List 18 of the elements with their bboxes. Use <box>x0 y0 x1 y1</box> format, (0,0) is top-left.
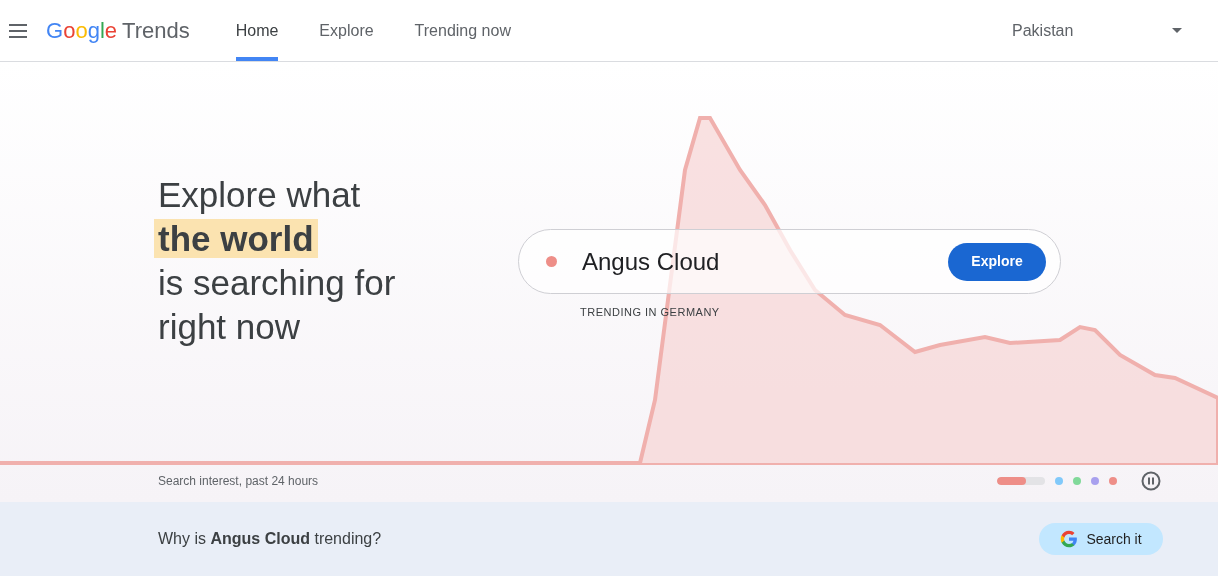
nav-tab[interactable]: Trending now <box>414 0 511 61</box>
pause-icon[interactable] <box>1141 471 1161 491</box>
search-term: Angus Cloud <box>582 246 720 277</box>
chart-caption: Search interest, past 24 hours <box>158 473 319 490</box>
search-field[interactable]: Angus Cloud Explore <box>518 229 1061 294</box>
caret-icon <box>1172 28 1182 33</box>
explore-button[interactable]: Explore <box>948 242 1046 281</box>
why-trending-heading: Why is Angus Cloud trending? <box>158 529 382 549</box>
trending-caption: TRENDING IN GERMANY <box>580 305 721 320</box>
headline-line: Explore what <box>158 175 361 214</box>
country-select[interactable]: Pakistan <box>1012 18 1182 43</box>
search-it-button[interactable]: Search it <box>1039 523 1163 555</box>
nav-tab[interactable]: Explore <box>319 0 374 61</box>
google-trends-logo[interactable]: Google Trends <box>46 14 190 47</box>
headline-line: right now <box>158 307 301 346</box>
menu-icon[interactable] <box>9 23 27 38</box>
google-g-icon <box>1060 530 1079 548</box>
headline-line: is searching for <box>158 263 396 302</box>
